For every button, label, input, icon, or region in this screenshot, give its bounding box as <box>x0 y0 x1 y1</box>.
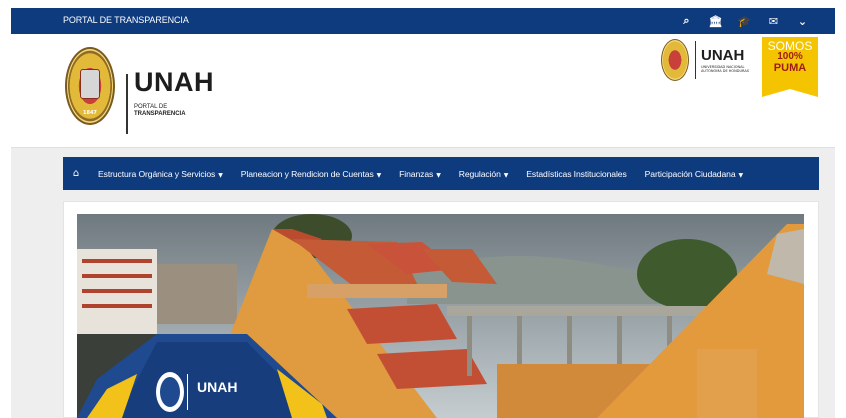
right-logo-name: UNAH <box>701 47 745 64</box>
nav-item-finanzas[interactable]: Finanzas ▼ <box>390 169 450 179</box>
brand-name: UNAH <box>134 67 214 97</box>
chevron-down-icon[interactable]: ⌄ <box>788 12 817 30</box>
portal-label[interactable]: PORTAL DE TRANSPARENCIA <box>63 15 189 25</box>
home-icon[interactable]: ⌂ <box>63 168 89 179</box>
brand-subtitle-1: PORTAL DE <box>134 104 168 110</box>
nav-item-label: Estructura Orgánica y Servicios <box>98 168 216 179</box>
logo-divider <box>126 74 128 134</box>
unah-seal-logo[interactable]: 1847 <box>65 47 115 125</box>
main-nav: ⌂ Estructura Orgánica y Servicios ▼ Plane… <box>63 157 819 190</box>
badge-name: UNAH <box>197 379 238 395</box>
nav-item-label: Estadísticas Institucionales <box>526 168 627 179</box>
nav-item-regulacion[interactable]: Regulación ▼ <box>450 169 518 179</box>
nav-item-participacion[interactable]: Participación Ciudadana ▼ <box>636 169 752 179</box>
brand-block[interactable]: UNAH PORTAL DE TRANSPARENCIA <box>134 69 214 118</box>
nav-item-estadisticas[interactable]: Estadísticas Institucionales <box>517 169 635 179</box>
small-seal-icon <box>661 39 689 81</box>
seal-year: 1847 <box>83 110 97 116</box>
site-header: 1847 UNAH PORTAL DE TRANSPARENCIA UNAH U… <box>11 34 835 148</box>
unah-badge-overlay <box>77 334 337 418</box>
puma-line-2: 100% <box>777 51 803 62</box>
nav-item-label: Regulación <box>458 168 501 179</box>
caret-down-icon: ▼ <box>376 171 382 179</box>
nav-item-estructura[interactable]: Estructura Orgánica y Servicios ▼ <box>89 169 232 179</box>
seal-shield <box>80 69 100 99</box>
nav-item-label: Participación Ciudadana <box>644 168 736 179</box>
caret-down-icon: ▼ <box>503 171 509 179</box>
nav-item-label: Planeacion y Rendicion de Cuentas <box>240 168 374 179</box>
somos-puma-badge[interactable]: SOMOS 100% PUMA <box>762 37 818 97</box>
puma-line-3: PUMA <box>773 61 807 74</box>
top-bar-icons: ⌕ 🏛 🎓 ✉ ⌄ <box>672 12 817 30</box>
nav-item-planeacion[interactable]: Planeacion y Rendicion de Cuentas ▼ <box>232 169 390 179</box>
hero-image[interactable]: UNAH <box>77 214 804 418</box>
caret-down-icon: ▼ <box>738 171 744 179</box>
envelope-icon[interactable]: ✉ <box>759 12 788 30</box>
search-icon[interactable]: ⌕ <box>672 12 701 30</box>
top-bar: PORTAL DE TRANSPARENCIA ⌕ 🏛 🎓 ✉ ⌄ <box>11 8 835 34</box>
right-logo-subtitle: UNIVERSIDAD NACIONAL AUTÓNOMA DE HONDURA… <box>701 65 749 74</box>
caret-down-icon: ▼ <box>218 171 223 179</box>
unah-right-logo[interactable]: UNAH UNIVERSIDAD NACIONAL AUTÓNOMA DE HO… <box>661 39 766 89</box>
bank-icon[interactable]: 🏛 <box>701 12 730 30</box>
graduation-cap-icon[interactable]: 🎓 <box>730 12 759 30</box>
page: PORTAL DE TRANSPARENCIA ⌕ 🏛 🎓 ✉ ⌄ 1847 U… <box>0 0 846 418</box>
brand-subtitle-2: TRANSPARENCIA <box>134 110 186 117</box>
nav-item-label: Finanzas <box>399 168 434 179</box>
caret-down-icon: ▼ <box>436 171 441 179</box>
small-logo-divider <box>695 41 696 79</box>
